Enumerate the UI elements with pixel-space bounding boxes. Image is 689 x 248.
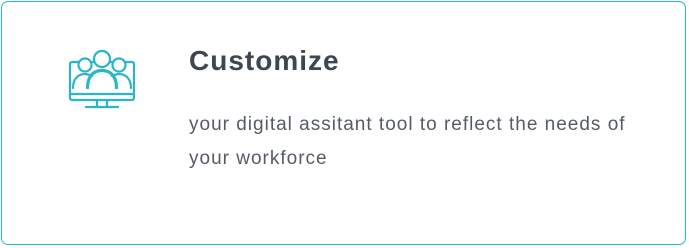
users-monitor-icon — [68, 49, 136, 109]
card-description: your digital assitant tool to reflect th… — [189, 114, 626, 169]
card-title: Customize — [189, 45, 340, 76]
feature-card: Customize your digital assitant tool to … — [1, 1, 686, 245]
